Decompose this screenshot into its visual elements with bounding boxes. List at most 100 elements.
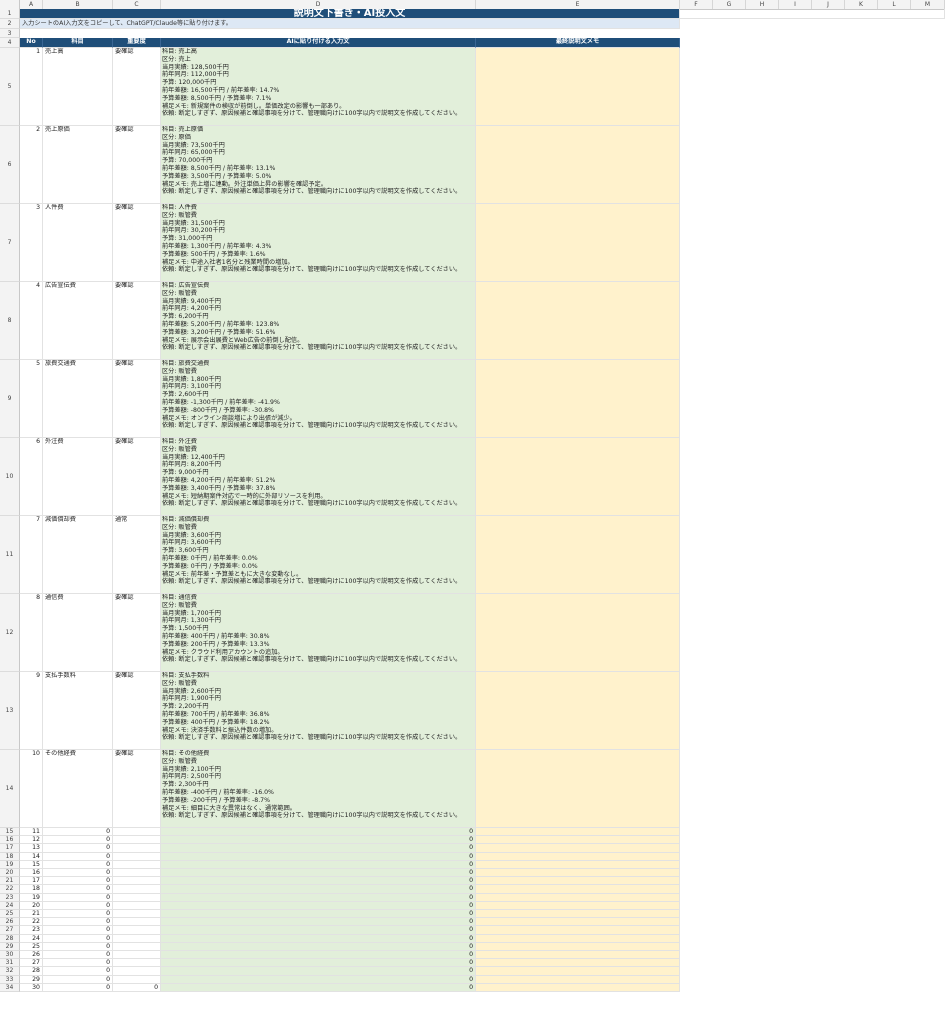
cell-importance[interactable] [113, 951, 161, 960]
column-header-e[interactable]: E [476, 0, 680, 9]
cell-item[interactable]: 0 [43, 893, 113, 902]
title-cell-empty[interactable] [680, 9, 945, 19]
cell-memo[interactable] [476, 438, 680, 516]
cell-ai-input[interactable]: 0 [161, 910, 476, 919]
cell-no[interactable]: 20 [20, 901, 43, 910]
row-header[interactable]: 16 [0, 836, 20, 845]
cell-importance[interactable] [113, 869, 161, 878]
cell-no[interactable]: 8 [20, 594, 43, 672]
cell-item[interactable]: 支払手数料 [43, 672, 113, 750]
cell-no[interactable]: 22 [20, 918, 43, 927]
cell-ai-input[interactable]: 0 [161, 836, 476, 845]
cell-ai-input[interactable]: 科目: 売上原価 区分: 原価 当月実績: 73,500千円 前年同月: 65,… [161, 126, 476, 204]
cell-importance[interactable] [113, 844, 161, 853]
cell-item[interactable]: 0 [43, 852, 113, 861]
cell-no[interactable]: 17 [20, 877, 43, 886]
cell-item[interactable]: 0 [43, 885, 113, 894]
cell-importance[interactable]: 要確認 [113, 750, 161, 828]
cell-item[interactable]: 0 [43, 828, 113, 837]
row-header[interactable]: 3 [0, 29, 20, 38]
cell-item[interactable]: 外注費 [43, 438, 113, 516]
cell-memo[interactable] [476, 860, 680, 869]
cell-ai-input[interactable]: 0 [161, 852, 476, 861]
cell-ai-input[interactable]: 0 [161, 926, 476, 935]
cell-memo[interactable] [476, 934, 680, 943]
cell-item[interactable]: 0 [43, 975, 113, 984]
cell-no[interactable]: 5 [20, 360, 43, 438]
cell-memo[interactable] [476, 901, 680, 910]
cell-ai-input[interactable]: 0 [161, 983, 476, 992]
cell-item[interactable]: 0 [43, 901, 113, 910]
row-header[interactable]: 20 [0, 869, 20, 878]
cell-ai-input[interactable]: 科目: 旅費交通費 区分: 販管費 当月実績: 1,800千円 前年同月: 3,… [161, 360, 476, 438]
cell-no[interactable]: 10 [20, 750, 43, 828]
cell-ai-input[interactable]: 0 [161, 877, 476, 886]
row-header[interactable]: 5 [0, 48, 20, 126]
cell-memo[interactable] [476, 975, 680, 984]
cell-item[interactable]: 0 [43, 967, 113, 976]
cell-item[interactable]: 人件費 [43, 204, 113, 282]
cell-memo[interactable] [476, 204, 680, 282]
cell-no[interactable]: 9 [20, 672, 43, 750]
cell-no[interactable]: 19 [20, 893, 43, 902]
cell-memo[interactable] [476, 672, 680, 750]
cell-importance[interactable] [113, 860, 161, 869]
cell-memo[interactable] [476, 828, 680, 837]
row-header[interactable]: 26 [0, 918, 20, 927]
row-header[interactable]: 24 [0, 901, 20, 910]
cell-importance[interactable] [113, 885, 161, 894]
cell-importance[interactable] [113, 926, 161, 935]
cell-no[interactable]: 14 [20, 852, 43, 861]
cell-memo[interactable] [476, 750, 680, 828]
cell-memo[interactable] [476, 959, 680, 968]
cell-item[interactable]: 0 [43, 934, 113, 943]
cell-item[interactable]: 0 [43, 860, 113, 869]
cell-item[interactable]: 売上原価 [43, 126, 113, 204]
cell-ai-input[interactable]: 0 [161, 901, 476, 910]
cell-item[interactable]: その他経費 [43, 750, 113, 828]
cell-importance[interactable] [113, 934, 161, 943]
cell-importance[interactable] [113, 852, 161, 861]
cell-no[interactable]: 23 [20, 926, 43, 935]
row-header[interactable]: 11 [0, 516, 20, 594]
cell-memo[interactable] [476, 869, 680, 878]
cell-no[interactable]: 21 [20, 910, 43, 919]
row-header[interactable]: 19 [0, 860, 20, 869]
row-header[interactable]: 29 [0, 942, 20, 951]
cell-ai-input[interactable]: 科目: その他経費 区分: 販管費 当月実績: 2,100千円 前年同月: 2,… [161, 750, 476, 828]
cell-ai-input[interactable]: 0 [161, 951, 476, 960]
cell-no[interactable]: 30 [20, 983, 43, 992]
column-header-f[interactable]: F [680, 0, 713, 9]
row-header[interactable]: 28 [0, 934, 20, 943]
cell-memo[interactable] [476, 852, 680, 861]
cell-memo[interactable] [476, 282, 680, 360]
cell-item[interactable]: 減価償却費 [43, 516, 113, 594]
row-header[interactable]: 34 [0, 983, 20, 992]
cell-memo[interactable] [476, 516, 680, 594]
cell-item[interactable]: 旅費交通費 [43, 360, 113, 438]
cell-memo[interactable] [476, 836, 680, 845]
column-header-m[interactable]: M [911, 0, 945, 9]
cell-ai-input[interactable]: 科目: 広告宣伝費 区分: 販管費 当月実績: 9,400千円 前年同月: 4,… [161, 282, 476, 360]
cell-no[interactable]: 18 [20, 885, 43, 894]
cell-memo[interactable] [476, 918, 680, 927]
cell-ai-input[interactable]: 0 [161, 869, 476, 878]
row-header[interactable]: 6 [0, 126, 20, 204]
cell-item[interactable]: 0 [43, 959, 113, 968]
row-header[interactable]: 30 [0, 951, 20, 960]
cell-importance[interactable] [113, 836, 161, 845]
cell-ai-input[interactable]: 0 [161, 893, 476, 902]
column-header-i[interactable]: I [779, 0, 812, 9]
cell-ai-input[interactable]: 科目: 通信費 区分: 販管費 当月実績: 1,700千円 前年同月: 1,30… [161, 594, 476, 672]
cell-ai-input[interactable]: 0 [161, 967, 476, 976]
cell-ai-input[interactable]: 0 [161, 959, 476, 968]
cell-no[interactable]: 12 [20, 836, 43, 845]
cell-importance[interactable] [113, 828, 161, 837]
cell-ai-input[interactable]: 0 [161, 828, 476, 837]
cell-importance[interactable]: 0 [113, 983, 161, 992]
row-header[interactable]: 12 [0, 594, 20, 672]
cell-ai-input[interactable]: 0 [161, 844, 476, 853]
row-header[interactable]: 23 [0, 893, 20, 902]
cell-importance[interactable] [113, 975, 161, 984]
cell-importance[interactable]: 要確認 [113, 48, 161, 126]
